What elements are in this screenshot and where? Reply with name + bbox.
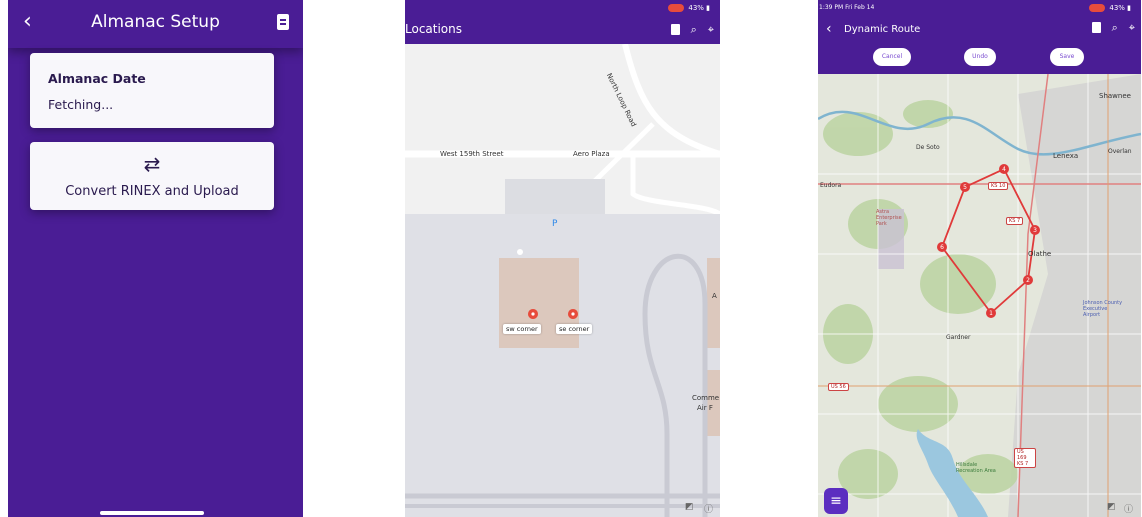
dynamic-route-screen: 1:39 PM Fri Feb 14 43% ▮ ‹ Dynamic Route… bbox=[818, 0, 1141, 517]
search-icon[interactable]: ⌕ bbox=[1112, 22, 1118, 33]
building-label-airf: Air F bbox=[697, 404, 713, 412]
waypoint-1[interactable]: 1 bbox=[986, 308, 996, 318]
almanac-date-label: Almanac Date bbox=[48, 71, 146, 86]
locate-icon[interactable]: ⌖ bbox=[708, 24, 714, 35]
shield-ks10: KS 10 bbox=[988, 182, 1009, 190]
recording-pill bbox=[668, 4, 685, 12]
parking-label: P bbox=[552, 219, 558, 229]
place-eudora: Eudora bbox=[820, 182, 842, 189]
app-header: 1:39 PM Fri Feb 14 43% ▮ ‹ Dynamic Route… bbox=[818, 0, 1141, 74]
building-label-a: A bbox=[712, 292, 717, 300]
shield-us56: US 56 bbox=[828, 383, 849, 391]
street-label-west159: West 159th Street bbox=[440, 150, 504, 158]
waypoint-4-label: 4 bbox=[1002, 166, 1006, 173]
waypoint-2-label: 2 bbox=[1026, 277, 1030, 284]
convert-rinex-label: Convert RINEX and Upload bbox=[65, 184, 239, 199]
route-map[interactable]: 1 2 3 4 5 6 bbox=[818, 74, 1141, 517]
waypoint-2[interactable]: 2 bbox=[1023, 275, 1033, 285]
place-shawnee: Shawnee bbox=[1099, 92, 1131, 100]
undo-button[interactable]: Undo bbox=[964, 48, 996, 66]
almanac-setup-screen: ‹ Almanac Setup Almanac Date Fetching...… bbox=[8, 0, 303, 517]
info-icon[interactable]: ⓘ bbox=[1124, 502, 1133, 515]
place-hillsdale: Hillsdale Recreation Area bbox=[956, 462, 996, 474]
page-title: Almanac Setup bbox=[91, 12, 220, 32]
document-icon[interactable] bbox=[670, 24, 680, 35]
waypoint-3-label: 3 bbox=[1033, 227, 1037, 234]
place-overland: Overlan bbox=[1108, 148, 1132, 155]
convert-rinex-button[interactable]: ⇄ Convert RINEX and Upload bbox=[30, 142, 274, 210]
cancel-button[interactable]: Cancel bbox=[873, 48, 911, 66]
maps-icon[interactable]: ◩ bbox=[1107, 502, 1116, 512]
place-gardner: Gardner bbox=[946, 334, 971, 341]
document-icon[interactable] bbox=[1091, 22, 1101, 33]
almanac-date-card: Almanac Date Fetching... bbox=[30, 53, 274, 128]
waypoint-6[interactable]: 6 bbox=[937, 242, 947, 252]
page-title: Locations bbox=[405, 22, 463, 36]
app-header: ‹ Almanac Setup bbox=[8, 0, 303, 48]
home-indicator[interactable] bbox=[100, 511, 204, 515]
shield-us169: US 169 KS 7 bbox=[1014, 448, 1036, 468]
marker-label-se-corner: se corner bbox=[556, 324, 593, 334]
locations-map[interactable]: P bbox=[405, 44, 720, 517]
building-label-comme: Comme bbox=[692, 394, 720, 402]
search-icon[interactable]: ⌕ bbox=[691, 24, 697, 35]
save-button[interactable]: Save bbox=[1050, 48, 1084, 66]
shield-ks7: KS 7 bbox=[1006, 217, 1024, 225]
place-lenexa: Lenexa bbox=[1053, 152, 1079, 160]
waypoint-4[interactable]: 4 bbox=[999, 164, 1009, 174]
place-astra: Astra Enterprise Park bbox=[876, 209, 902, 227]
info-icon[interactable]: ⓘ bbox=[704, 502, 713, 515]
locations-screen: 43% ▮ Locations ⌕ ⌖ P West 159th Street … bbox=[405, 0, 720, 517]
maps-icon[interactable]: ◩ bbox=[685, 502, 694, 512]
battery-text: 43% bbox=[688, 4, 704, 12]
almanac-date-value: Fetching... bbox=[48, 97, 114, 112]
status-bar: 43% ▮ bbox=[668, 4, 710, 12]
marker-label-sw-corner: sw corner bbox=[503, 324, 541, 334]
waypoint-1-label: 1 bbox=[989, 310, 993, 317]
menu-icon: ≡ bbox=[830, 493, 842, 509]
waypoint-5-label: 5 bbox=[963, 184, 967, 191]
menu-button[interactable]: ≡ bbox=[824, 488, 848, 514]
place-johnson-airport: Johnson County Executive Airport bbox=[1083, 300, 1123, 318]
swap-arrows-icon: ⇄ bbox=[143, 152, 161, 176]
waypoint-3[interactable]: 3 bbox=[1030, 225, 1040, 235]
recording-pill bbox=[1089, 4, 1106, 12]
back-chevron-icon[interactable]: ‹ bbox=[826, 21, 832, 37]
place-olathe: Olathe bbox=[1028, 250, 1052, 258]
locate-icon[interactable]: ⌖ bbox=[1129, 22, 1135, 33]
place-de-soto: De Soto bbox=[916, 144, 940, 151]
app-header: 43% ▮ Locations ⌕ ⌖ bbox=[405, 0, 720, 44]
waypoint-6-label: 6 bbox=[940, 244, 944, 251]
page-title: Dynamic Route bbox=[844, 24, 921, 35]
status-bar: 43% ▮ bbox=[1089, 4, 1131, 12]
street-label-aero-plaza: Aero Plaza bbox=[573, 150, 610, 158]
status-time: 1:39 PM Fri Feb 14 bbox=[819, 4, 875, 11]
waypoint-5[interactable]: 5 bbox=[960, 182, 970, 192]
battery-text: 43% bbox=[1109, 4, 1125, 12]
document-icon[interactable] bbox=[277, 14, 289, 30]
